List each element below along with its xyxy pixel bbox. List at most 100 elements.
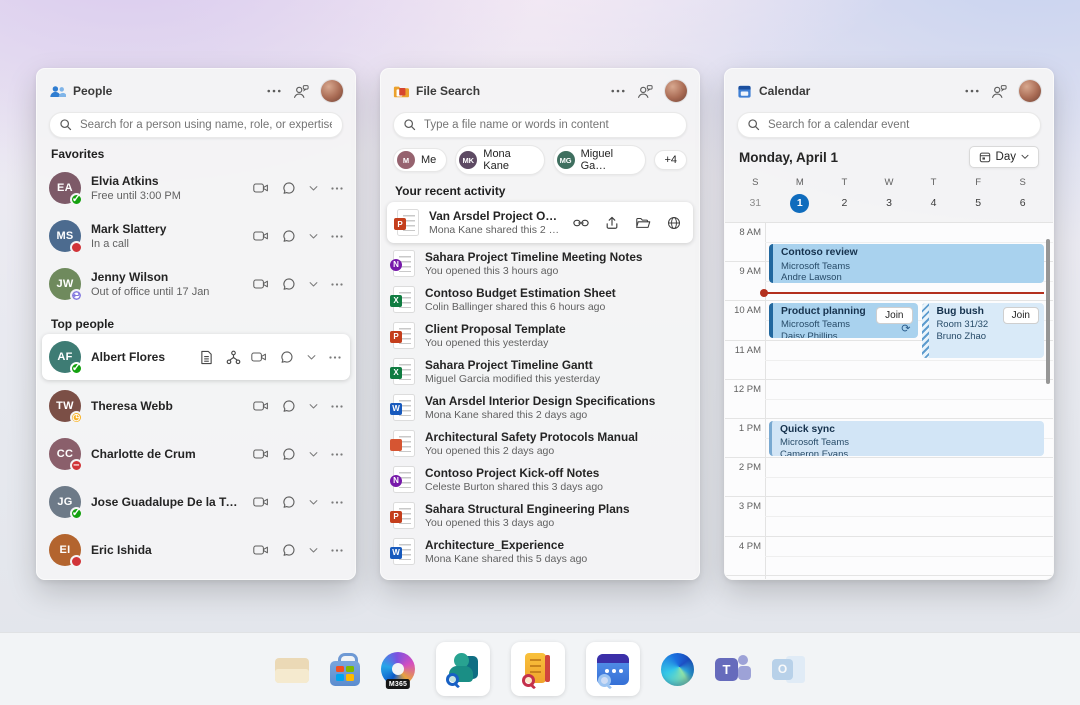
file-row[interactable]: Sahara Structural Engineering Plans You … [381, 497, 699, 533]
people-search-input[interactable] [49, 112, 343, 138]
feedback-icon[interactable] [991, 84, 1007, 99]
file-search-widget-icon[interactable] [511, 642, 565, 696]
person-row[interactable]: MS Mark Slattery In a call [37, 212, 355, 260]
person-filter-chip[interactable]: MK Mona Kane [455, 145, 544, 175]
calendar-event[interactable]: Contoso reviewMicrosoft TeamsAndre Lawso… [769, 244, 1044, 283]
file-row[interactable]: Sahara Project Timeline Gantt Miguel Gar… [381, 353, 699, 389]
calendar-event[interactable]: Product planningMicrosoft TeamsDaisy Phi… [769, 303, 918, 338]
person-row[interactable]: JW Jenny Wilson Out of office until 17 J… [37, 260, 355, 308]
video-call-icon[interactable] [253, 182, 269, 194]
chat-icon[interactable] [282, 495, 296, 509]
feedback-icon[interactable] [637, 84, 653, 99]
more-icon[interactable] [331, 187, 343, 190]
file-title: Van Arsdel Project Overview… [429, 209, 563, 223]
chat-icon[interactable] [282, 399, 296, 413]
file-row[interactable]: Contoso Project Kick-off Notes Celeste B… [381, 461, 699, 497]
person-row[interactable]: JG Jose Guadalupe De la Torre [37, 478, 355, 526]
org-chart-icon[interactable] [226, 350, 241, 365]
file-row[interactable]: Client Proposal Template You opened this… [381, 317, 699, 353]
people-search-widget-icon[interactable] [436, 642, 490, 696]
outlook-icon[interactable]: O [772, 654, 805, 685]
chat-icon[interactable] [282, 229, 296, 243]
week-date[interactable]: 4 [924, 194, 943, 213]
file-type-icon [393, 502, 415, 529]
video-call-icon[interactable] [253, 544, 269, 556]
more-icon[interactable] [611, 89, 625, 93]
chevron-down-icon[interactable] [309, 233, 318, 240]
edge-icon[interactable] [661, 653, 694, 686]
person-row[interactable]: EA Elvia Atkins Free until 3:00 PM [37, 164, 355, 212]
week-date[interactable]: 2 [835, 194, 854, 213]
chevron-down-icon[interactable] [309, 281, 318, 288]
chat-icon[interactable] [282, 181, 296, 195]
video-call-icon[interactable] [253, 230, 269, 242]
chevron-down-icon[interactable] [309, 547, 318, 554]
microsoft-store-icon[interactable] [330, 653, 360, 686]
week-date[interactable]: 5 [969, 194, 988, 213]
person-row[interactable]: TW Theresa Webb [37, 382, 355, 430]
week-date[interactable]: 6 [1013, 194, 1032, 213]
chevron-down-icon[interactable] [309, 403, 318, 410]
file-row[interactable]: Contoso Budget Estimation Sheet Colin Ba… [381, 281, 699, 317]
copy-link-icon[interactable] [573, 218, 589, 228]
video-call-icon[interactable] [251, 351, 267, 363]
chat-icon[interactable] [282, 543, 296, 557]
person-filter-chip[interactable]: M Me [393, 148, 447, 172]
video-call-icon[interactable] [253, 278, 269, 290]
file-row[interactable]: Van Arsdel Interior Design Specification… [381, 389, 699, 425]
person-filter-chip[interactable]: MG Miguel Ga… [553, 145, 647, 175]
file-row[interactable]: Sahara Project Timeline Meeting Notes Yo… [381, 245, 699, 281]
join-button[interactable]: Join [1003, 307, 1039, 324]
more-icon[interactable] [331, 549, 343, 552]
chevron-down-icon[interactable] [307, 354, 316, 361]
person-row[interactable]: CC Charlotte de Crum [37, 430, 355, 478]
more-icon[interactable] [331, 501, 343, 504]
calendar-search-widget-icon[interactable] [586, 642, 640, 696]
chat-icon[interactable] [282, 447, 296, 461]
feedback-icon[interactable] [293, 84, 309, 99]
file-row[interactable]: Architectural Safety Protocols Manual Yo… [381, 425, 699, 461]
more-icon[interactable] [965, 89, 979, 93]
profile-avatar[interactable] [321, 80, 343, 102]
chevron-down-icon[interactable] [309, 451, 318, 458]
week-date[interactable]: 1 [790, 194, 809, 213]
person-row[interactable]: EI Eric Ishida [37, 526, 355, 574]
more-icon[interactable] [331, 235, 343, 238]
profile-avatar[interactable] [665, 80, 687, 102]
more-icon[interactable] [267, 89, 281, 93]
calendar-search-input[interactable] [737, 112, 1041, 138]
more-icon[interactable] [331, 283, 343, 286]
join-button[interactable]: Join [876, 307, 912, 324]
profile-avatar[interactable] [1019, 80, 1041, 102]
chevron-down-icon[interactable] [309, 185, 318, 192]
file-row[interactable]: Van Arsdel Project Overview… Mona Kane s… [387, 202, 693, 243]
m365-copilot-icon[interactable]: M365 [381, 652, 415, 686]
chevron-down-icon[interactable] [309, 499, 318, 506]
weekday-letter: T [822, 177, 867, 188]
chat-icon[interactable] [282, 277, 296, 291]
video-call-icon[interactable] [253, 400, 269, 412]
week-date[interactable]: 3 [879, 194, 898, 213]
file-explorer-icon[interactable] [275, 655, 309, 683]
teams-icon[interactable]: T [715, 654, 751, 685]
more-icon[interactable] [331, 453, 343, 456]
current-date-label: Monday, April 1 [739, 150, 969, 165]
file-row[interactable]: Architecture_Experience Mona Kane shared… [381, 533, 699, 569]
chat-icon[interactable] [280, 350, 294, 364]
more-icon[interactable] [331, 405, 343, 408]
globe-icon[interactable] [667, 216, 681, 230]
share-icon[interactable] [605, 216, 619, 230]
person-row[interactable]: AF Albert Flores [42, 334, 350, 380]
person-filter-chip[interactable]: +4 [654, 150, 687, 170]
more-icon[interactable] [329, 356, 341, 359]
week-date[interactable]: 31 [746, 194, 765, 213]
open-folder-icon[interactable] [635, 216, 651, 229]
video-call-icon[interactable] [253, 448, 269, 460]
scrollbar[interactable] [1046, 239, 1050, 384]
calendar-event[interactable]: Bug bushRoom 31/32Bruno ZhaoJoin [922, 303, 1044, 358]
calendar-event[interactable]: Quick syncMicrosoft TeamsCameron Evans [769, 421, 1044, 456]
profile-card-icon[interactable] [200, 350, 213, 365]
view-selector-button[interactable]: Day [969, 146, 1039, 168]
file-search-input[interactable] [393, 112, 687, 138]
video-call-icon[interactable] [253, 496, 269, 508]
